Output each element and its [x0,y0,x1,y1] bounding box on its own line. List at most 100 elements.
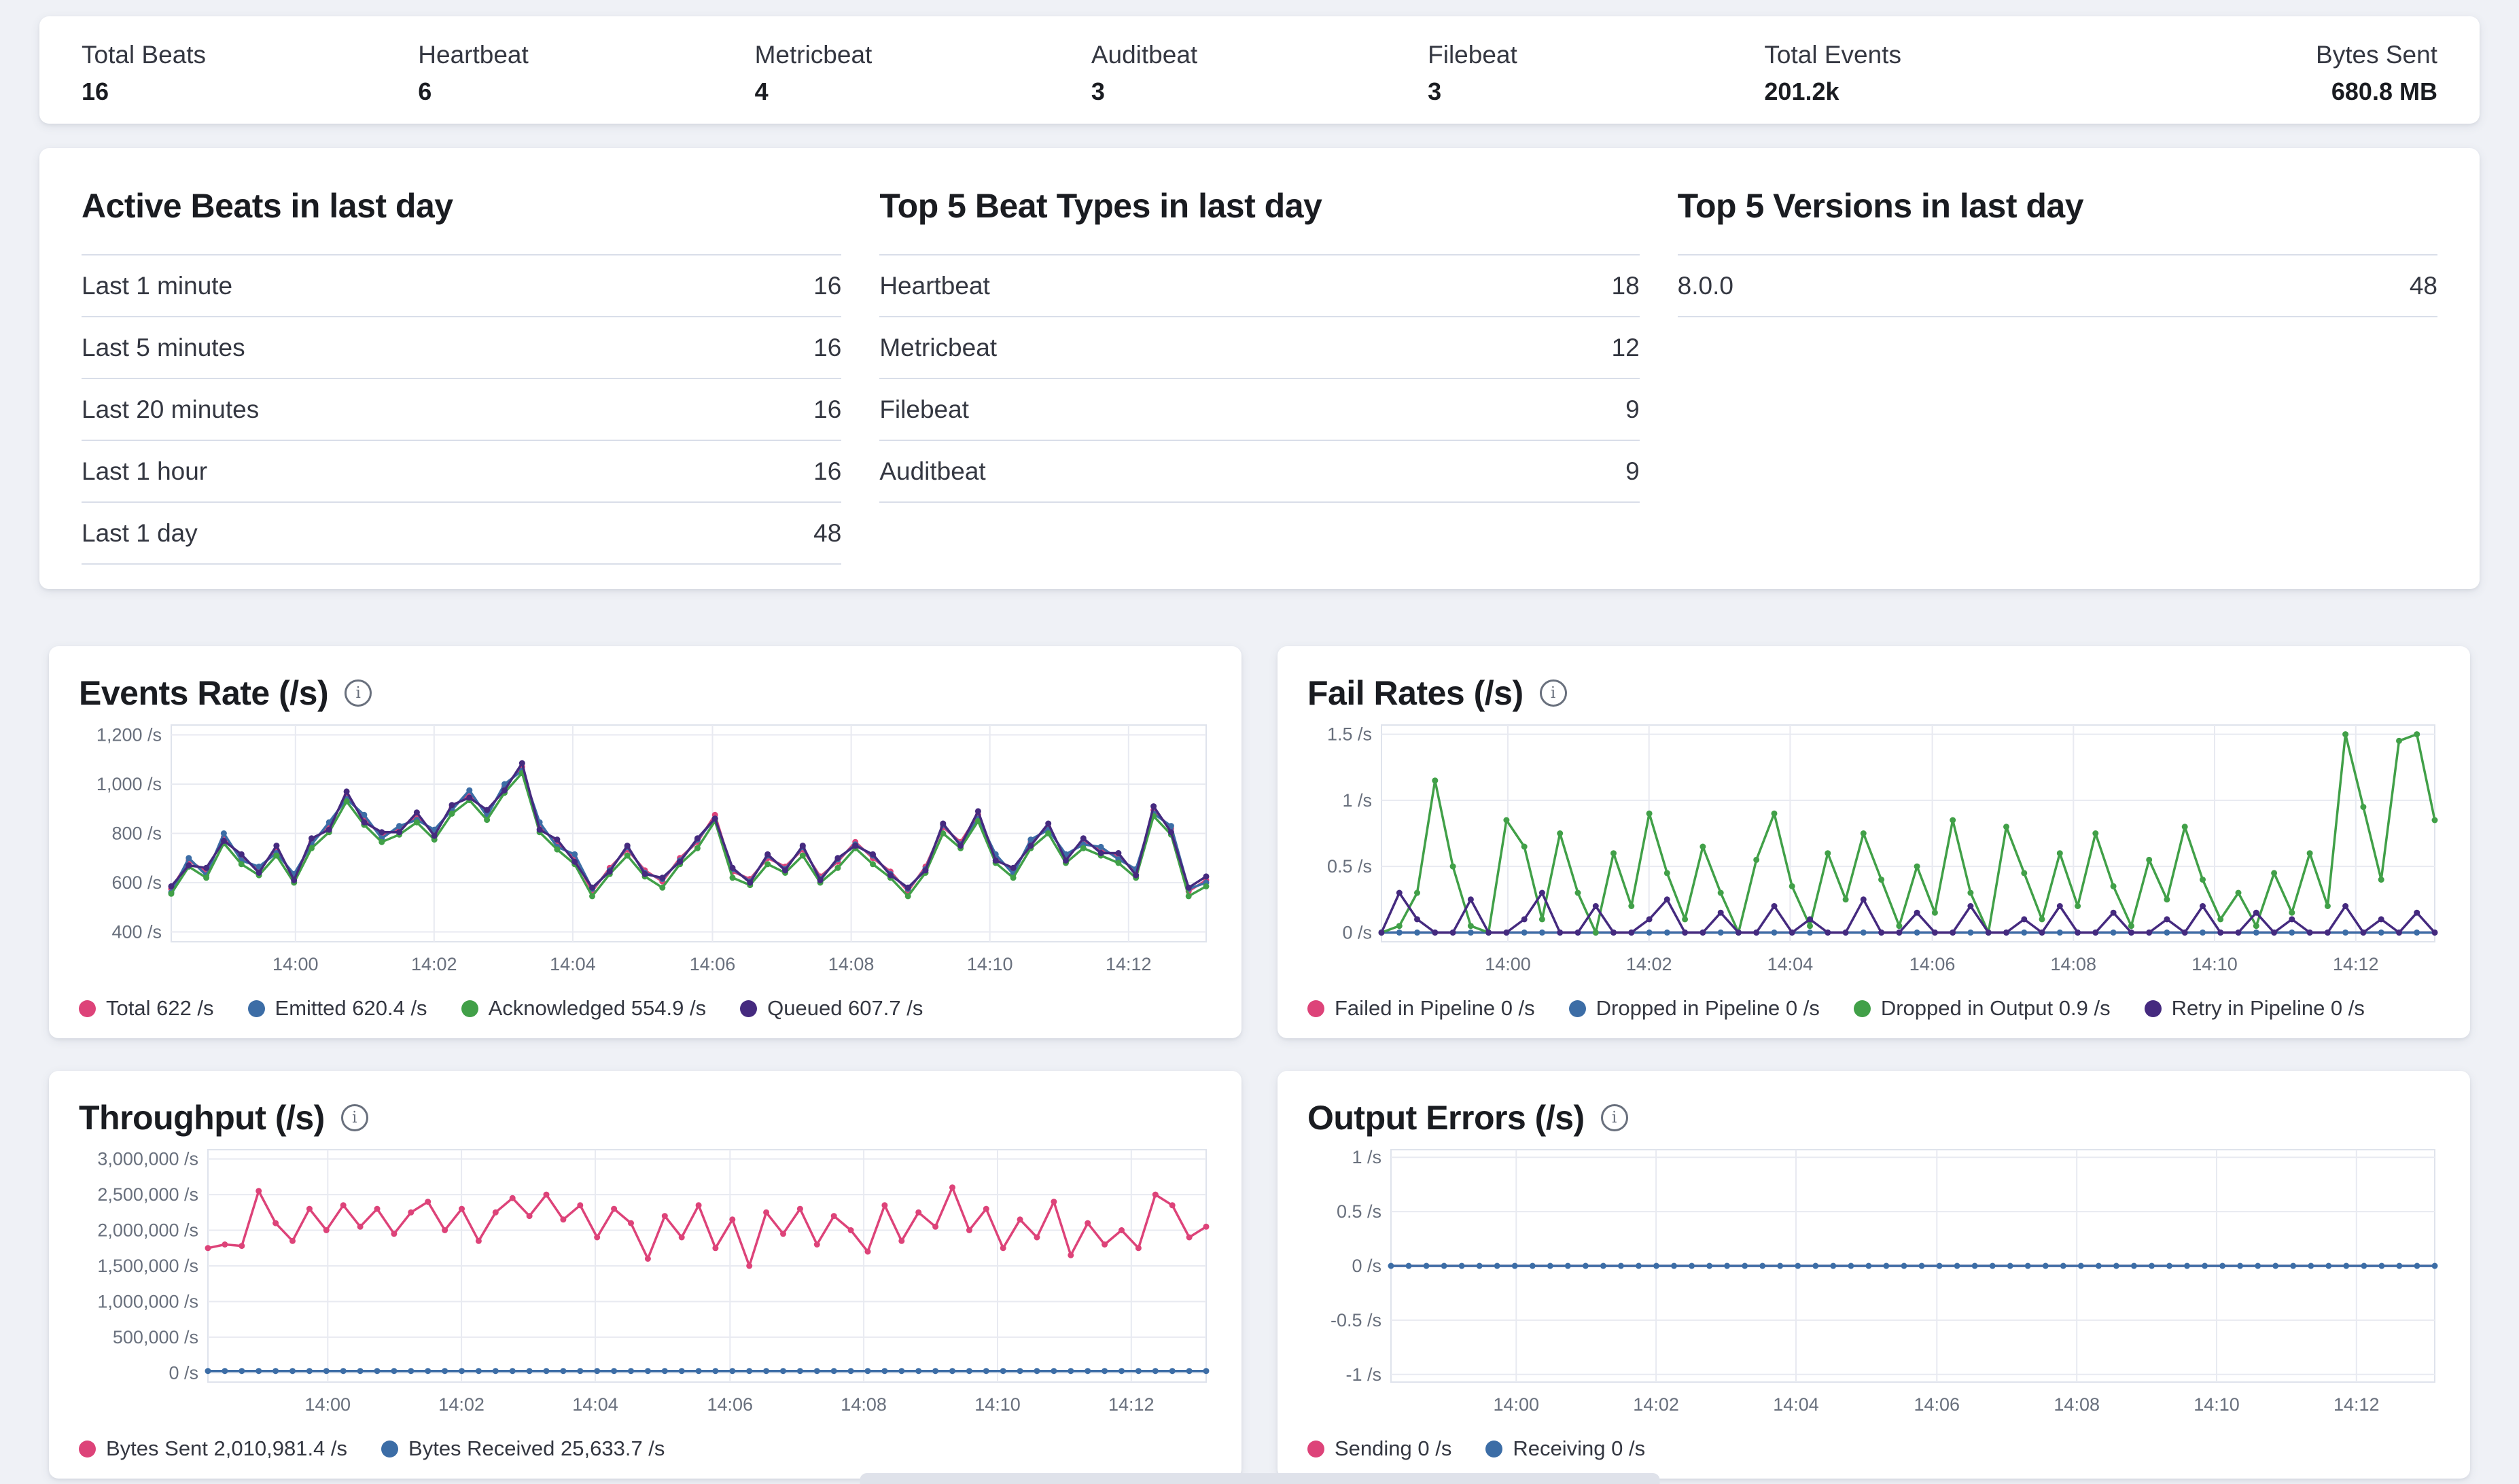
svg-text:14:10: 14:10 [967,954,1013,974]
legend-item-dropped-in-pipeline[interactable]: Dropped in Pipeline 0 /s [1569,996,1820,1021]
legend-dot [79,1441,96,1458]
stat-value: 680.8 MB [2101,77,2437,106]
svg-text:0 /s: 0 /s [169,1362,198,1383]
legend-dot [740,1000,757,1017]
chart-title: Fail Rates (/s) [1307,673,1523,713]
svg-text:14:04: 14:04 [1767,954,1814,974]
info-icon[interactable] [345,679,372,707]
chart-header: Events Rate (/s) [79,673,1212,713]
horizontal-scrollbar[interactable] [860,1473,1659,1484]
svg-text:14:06: 14:06 [1909,954,1956,974]
chart-header: Output Errors (/s) [1307,1098,2440,1137]
svg-text:14:06: 14:06 [707,1394,754,1415]
legend-item-retry-in-pipeline[interactable]: Retry in Pipeline 0 /s [2145,996,2365,1021]
row-value: 16 [813,395,841,424]
svg-text:2,000,000 /s: 2,000,000 /s [97,1220,198,1241]
svg-text:400 /s: 400 /s [111,922,162,942]
row-label: Last 5 minutes [82,334,245,362]
stat-label: Heartbeat [418,41,754,69]
stat-total-events: Total Events 201.2k [1764,41,2100,106]
row-label: Auditbeat [879,457,985,486]
legend-item-bytes-sent[interactable]: Bytes Sent 2,010,981.4 /s [79,1436,347,1461]
legend-label: Emitted 620.4 /s [275,996,427,1021]
svg-text:1,000,000 /s: 1,000,000 /s [97,1292,198,1312]
svg-text:0.5 /s: 0.5 /s [1337,1201,1381,1222]
beat-types-panel: Top 5 Beat Types in last day Heartbeat 1… [879,186,1639,551]
output-errors-chart[interactable]: -1 /s-0.5 /s0 /s0.5 /s1 /s14:0014:0214:0… [1307,1143,2440,1426]
svg-text:600 /s: 600 /s [111,872,162,893]
info-icon[interactable] [1601,1104,1628,1131]
svg-text:800 /s: 800 /s [111,824,162,844]
info-icon[interactable] [341,1104,368,1131]
stat-label: Filebeat [1428,41,1764,69]
chart-header: Fail Rates (/s) [1307,673,2440,713]
svg-text:3,000,000 /s: 3,000,000 /s [97,1149,198,1169]
legend-item-sending[interactable]: Sending 0 /s [1307,1436,1451,1461]
row-value: 18 [1612,272,1640,300]
svg-text:2,500,000 /s: 2,500,000 /s [97,1184,198,1205]
legend-dot [381,1441,398,1458]
legend-item-total[interactable]: Total 622 /s [79,996,214,1021]
charts-grid: Events Rate (/s) 400 /s 600 /s 800 /s 1,000… [49,646,2470,1479]
chart-legend: Failed in Pipeline 0 /s Dropped in Pipel… [1307,996,2440,1021]
stat-bytes-sent: Bytes Sent 680.8 MB [2101,41,2437,106]
list-row: Heartbeat 18 [879,255,1639,317]
stat-total-beats: Total Beats 16 [82,41,418,106]
legend-label: Bytes Received 25,633.7 /s [408,1436,665,1461]
legend-item-emitted[interactable]: Emitted 620.4 /s [248,996,427,1021]
svg-text:14:00: 14:00 [272,954,319,974]
versions-rows: 8.0.0 48 [1678,254,2437,317]
stat-auditbeat: Auditbeat 3 [1091,41,1428,106]
info-icon[interactable] [1540,679,1567,707]
svg-text:14:02: 14:02 [1626,954,1672,974]
events-rate-chart[interactable]: 400 /s 600 /s 800 /s 1,000 /s 1,200 /s 14:00 1… [79,718,1212,985]
legend-label: Total 622 /s [106,996,214,1021]
list-row: Last 1 day 48 [82,503,841,565]
stat-label: Total Events [1764,41,2100,69]
legend-dot [2145,1000,2162,1017]
svg-text:14:12: 14:12 [1106,954,1152,974]
legend-item-acknowledged[interactable]: Acknowledged 554.9 /s [461,996,707,1021]
legend-item-dropped-in-output[interactable]: Dropped in Output 0.9 /s [1854,996,2111,1021]
svg-text:14:08: 14:08 [2051,954,2097,974]
svg-text:0.5 /s: 0.5 /s [1327,856,1372,877]
list-row: 8.0.0 48 [1678,255,2437,317]
stat-metricbeat: Metricbeat 4 [755,41,1091,106]
svg-text:1,000 /s: 1,000 /s [96,774,162,794]
svg-text:14:08: 14:08 [828,954,875,974]
svg-text:14:06: 14:06 [690,954,736,974]
versions-panel: Top 5 Versions in last day 8.0.0 48 [1678,186,2437,551]
throughput-chart-card: Throughput (/s) 0 /s500,000 /s1,000,000 … [49,1071,1241,1479]
beat-types-rows: Heartbeat 18 Metricbeat 12 Filebeat 9 Au… [879,254,1639,503]
legend-label: Receiving 0 /s [1513,1436,1645,1461]
list-row: Last 5 minutes 16 [82,317,841,379]
throughput-chart[interactable]: 0 /s500,000 /s1,000,000 /s1,500,000 /s2,… [79,1143,1212,1426]
row-label: Metricbeat [879,334,997,362]
svg-text:14:00: 14:00 [1485,954,1531,974]
svg-text:14:04: 14:04 [550,954,596,974]
row-value: 9 [1625,395,1640,424]
stat-label: Bytes Sent [2101,41,2437,69]
summary-lists-panel: Active Beats in last day Last 1 minute 1… [39,148,2480,589]
svg-text:14:12: 14:12 [2333,954,2379,974]
svg-text:1,200 /s: 1,200 /s [96,725,162,745]
legend-item-queued[interactable]: Queued 607.7 /s [740,996,923,1021]
stat-value: 201.2k [1764,77,2100,106]
svg-text:-1 /s: -1 /s [1345,1364,1381,1385]
legend-label: Sending 0 /s [1335,1436,1451,1461]
legend-dot [1569,1000,1586,1017]
row-label: Last 1 day [82,519,198,548]
row-label: 8.0.0 [1678,272,1733,300]
fail-rates-chart[interactable]: 0 /s0.5 /s1 /s1.5 /s14:0014:0214:0414:06… [1307,718,2440,985]
row-value: 9 [1625,457,1640,486]
svg-text:14:10: 14:10 [974,1394,1021,1415]
legend-item-failed-in-pipeline[interactable]: Failed in Pipeline 0 /s [1307,996,1535,1021]
list-row: Last 1 hour 16 [82,441,841,503]
row-value: 16 [813,334,841,362]
stat-value: 3 [1091,77,1428,106]
row-value: 16 [813,272,841,300]
stat-value: 3 [1428,77,1764,106]
legend-item-bytes-received[interactable]: Bytes Received 25,633.7 /s [381,1436,665,1461]
chart-title: Throughput (/s) [79,1098,325,1137]
legend-item-receiving[interactable]: Receiving 0 /s [1485,1436,1645,1461]
